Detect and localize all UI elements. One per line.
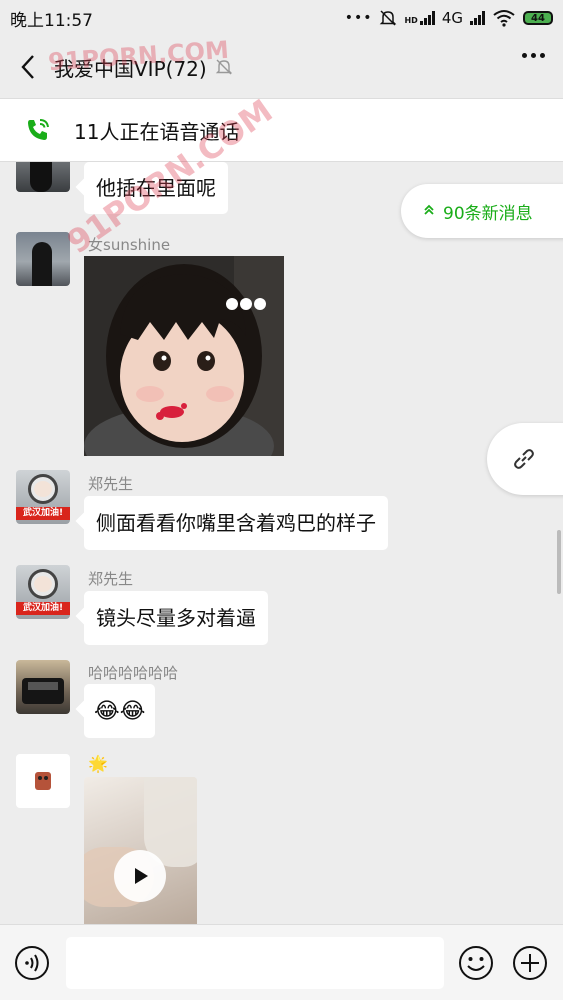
- avatar[interactable]: [16, 162, 70, 192]
- sender-name: 哈哈哈哈哈哈: [88, 664, 179, 682]
- double-chevron-up-icon: [423, 204, 435, 218]
- scrollbar-thumb[interactable]: [557, 530, 561, 594]
- chevron-left-icon: [21, 55, 34, 79]
- message-bubble[interactable]: 😂😂: [84, 684, 156, 738]
- new-messages-button[interactable]: 90条新消息: [401, 184, 563, 238]
- sender-name: 郑先生: [88, 475, 134, 493]
- avatar[interactable]: 武汉加油!: [16, 470, 70, 524]
- avatar-label: 武汉加油!: [16, 602, 70, 615]
- message-text: 😂😂: [94, 699, 146, 724]
- message-bubble[interactable]: 侧面看看你嘴里含着鸡巴的样子: [84, 496, 388, 550]
- link-icon: [514, 449, 534, 469]
- smiley-icon: [459, 946, 493, 980]
- wifi-icon: [493, 10, 515, 27]
- avatar[interactable]: [16, 660, 70, 714]
- status-bar: 晚上11:57 ••• HD 4G 44: [0, 0, 563, 36]
- chat-title: 我爱中国VIP(72): [54, 56, 207, 81]
- baby-photo: [84, 256, 284, 456]
- back-button[interactable]: [6, 45, 50, 89]
- notification-dots: •••: [344, 10, 373, 26]
- avatar[interactable]: 武汉加油!: [16, 565, 70, 619]
- more-functions-button[interactable]: [512, 945, 548, 985]
- more-options-button[interactable]: [522, 53, 545, 58]
- avatar-label: 武汉加油!: [16, 507, 70, 520]
- hd-badge: HD: [404, 16, 418, 25]
- message-bubble[interactable]: 他插在里面呢: [84, 162, 228, 214]
- play-button[interactable]: [114, 850, 166, 902]
- network-type: 4G: [441, 9, 463, 27]
- video-message[interactable]: [84, 777, 197, 924]
- voice-wave-icon: [15, 946, 49, 980]
- mute-bell-icon: [380, 10, 397, 26]
- status-icons: ••• HD 4G 44: [345, 9, 553, 27]
- emoji-button[interactable]: [458, 945, 494, 985]
- avatar[interactable]: [16, 754, 70, 808]
- signal-icon: [419, 11, 435, 25]
- battery-icon: 44: [523, 11, 553, 25]
- plus-circle-icon: [513, 946, 547, 980]
- sender-name: 女sunshine: [88, 236, 171, 254]
- message-text: 镜头尽量多对着逼: [96, 606, 256, 630]
- message-bubble[interactable]: 镜头尽量多对着逼: [84, 591, 268, 645]
- phone-call-icon: [24, 116, 52, 144]
- voice-input-toggle[interactable]: [14, 945, 50, 985]
- input-bar: [0, 924, 563, 1000]
- sender-name: 郑先生: [88, 570, 134, 588]
- status-time: 晚上11:57: [10, 10, 93, 31]
- play-icon: [135, 868, 148, 884]
- voice-call-text: 11人正在语音通话: [74, 119, 240, 144]
- new-messages-label: 90条新消息: [443, 203, 533, 224]
- voice-call-banner[interactable]: 11人正在语音通话: [0, 98, 563, 162]
- avatar[interactable]: [16, 232, 70, 286]
- image-message[interactable]: [84, 256, 284, 456]
- link-floating-button[interactable]: [487, 423, 563, 495]
- signal-icon-2: [470, 11, 485, 25]
- message-text: 侧面看看你嘴里含着鸡巴的样子: [96, 511, 376, 535]
- chat-header: 我爱中国VIP(72): [0, 36, 563, 98]
- message-input[interactable]: [66, 937, 444, 989]
- sender-name: 🌟: [88, 754, 108, 773]
- muted-bell-icon: [215, 58, 233, 76]
- message-text: 他插在里面呢: [96, 176, 216, 200]
